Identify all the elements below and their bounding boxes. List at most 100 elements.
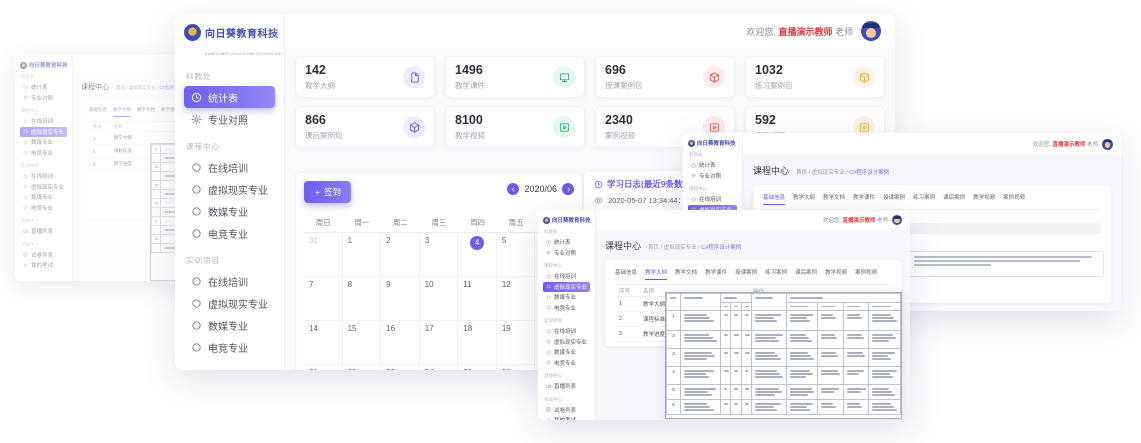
calendar-day-cell[interactable]: 31 xyxy=(304,233,343,277)
sidebar-item[interactable]: 数媒专业 xyxy=(184,314,275,336)
breadcrumb-item[interactable]: 首页 xyxy=(648,245,659,251)
tab-item[interactable]: 练习案例 xyxy=(765,268,787,280)
tab-item[interactable]: 教学文档 xyxy=(137,107,155,117)
tab-item[interactable]: 练习案例 xyxy=(913,193,935,205)
calendar-day-cell[interactable]: 8 xyxy=(343,277,382,321)
calendar-day-cell[interactable]: 24 xyxy=(420,365,459,370)
sidebar-item[interactable]: 统计表 xyxy=(543,237,590,248)
calendar-day-cell[interactable]: 26 xyxy=(497,365,536,370)
prev-month-button[interactable] xyxy=(507,183,519,195)
sidebar-item[interactable]: 数媒专业 xyxy=(543,347,590,358)
sidebar-item[interactable]: 电竞专业 xyxy=(184,336,275,358)
tab-item[interactable]: 教学课件 xyxy=(705,268,727,280)
sidebar-item[interactable]: 直播列表 xyxy=(20,226,67,237)
sidebar-item[interactable]: 在线培训 xyxy=(543,326,590,337)
tab-item[interactable]: 基础信息 xyxy=(89,107,107,117)
sidebar-item[interactable]: 虚拟现实专业 xyxy=(543,282,590,293)
collapse-sidebar-icon[interactable] xyxy=(270,29,279,38)
sidebar-item[interactable]: 在线培训 xyxy=(20,116,67,127)
tab-item[interactable]: 案例视频 xyxy=(855,268,877,280)
stat-card[interactable]: 142教学大纲 xyxy=(295,56,435,98)
stat-card[interactable]: 696授课案例包 xyxy=(595,56,735,98)
sidebar-item[interactable]: 在线培训 xyxy=(20,171,67,182)
tab-active[interactable]: 教学大纲 xyxy=(113,107,131,117)
tab-active[interactable]: 教学大纲 xyxy=(645,268,667,280)
sidebar-item[interactable]: 专业对照 xyxy=(543,248,590,259)
breadcrumb-item[interactable]: C#程序设计案例 xyxy=(849,170,889,176)
sidebar-item[interactable]: 在线培训 xyxy=(184,270,275,292)
sidebar-item[interactable]: 电竞专业 xyxy=(543,303,590,314)
tab-item[interactable]: 教学文档 xyxy=(675,268,697,280)
tab-item[interactable]: 授课案例 xyxy=(735,268,757,280)
sidebar-item[interactable]: 直播列表 xyxy=(543,381,590,392)
sidebar-item[interactable]: 专业对照 xyxy=(20,93,67,104)
sidebar-item[interactable]: 数媒专业 xyxy=(20,137,67,148)
avatar[interactable] xyxy=(1102,139,1113,150)
tab-item[interactable]: 教学文档 xyxy=(823,193,845,205)
avatar[interactable] xyxy=(892,215,902,225)
calendar-day-cell[interactable]: 1 xyxy=(343,233,382,277)
sidebar-item[interactable]: 统计表 xyxy=(20,82,67,93)
calendar-day-cell[interactable]: 22 xyxy=(343,365,382,370)
sidebar-item[interactable]: 电竞专业 xyxy=(184,222,275,244)
calendar-day-cell[interactable]: 10 xyxy=(420,277,459,321)
sidebar-item[interactable]: 试卷列表 xyxy=(20,250,67,261)
breadcrumb-item[interactable]: 虚拟现实专业 xyxy=(812,170,845,176)
tab-active[interactable]: 基础信息 xyxy=(763,193,785,205)
tab-item[interactable]: 基础信息 xyxy=(615,268,637,280)
breadcrumb-item[interactable]: 虚拟现实专业 xyxy=(129,85,156,90)
calendar-day-cell[interactable]: 23 xyxy=(381,365,420,370)
tab-item[interactable]: 教学视频 xyxy=(825,268,847,280)
calendar-day-cell[interactable]: 25 xyxy=(458,365,497,370)
sidebar-item[interactable]: 统计表 xyxy=(688,160,737,171)
sidebar-item[interactable]: 数媒专业 xyxy=(184,200,275,222)
sidebar-item[interactable]: 电竞专业 xyxy=(20,203,67,214)
stat-card[interactable]: 1032练习案例包 xyxy=(745,56,885,98)
calendar-day-cell[interactable]: 5 xyxy=(497,233,536,277)
avatar[interactable] xyxy=(861,21,881,41)
sidebar-item[interactable]: 专业对照 xyxy=(184,108,275,130)
tab-item[interactable]: 授课案例 xyxy=(883,193,905,205)
breadcrumb-item[interactable]: 首页 xyxy=(796,170,807,176)
calendar-day-cell[interactable]: 18 xyxy=(458,321,497,365)
sidebar-item[interactable]: 试卷列表 xyxy=(543,405,590,416)
calendar-day-cell[interactable]: 12 xyxy=(497,277,536,321)
sign-in-button[interactable]: 签到 xyxy=(304,181,351,203)
calendar-day-cell[interactable]: 4 xyxy=(458,233,497,277)
calendar-day-cell[interactable]: 7 xyxy=(304,277,343,321)
sidebar-item[interactable]: 虚拟现实专业 xyxy=(184,178,275,200)
breadcrumb-item[interactable]: C#程序设计案例 xyxy=(701,245,741,251)
stat-card[interactable]: 866课后案例包 xyxy=(295,106,435,148)
sidebar-item[interactable]: 虚拟现实专业 xyxy=(184,292,275,314)
course-description-textarea[interactable] xyxy=(908,251,1104,277)
sidebar-item[interactable]: 数媒专业 xyxy=(543,292,590,303)
sidebar-item[interactable]: 虚拟现实专业 xyxy=(20,127,67,138)
calendar-day-cell[interactable]: 9 xyxy=(381,277,420,321)
calendar-day-cell[interactable]: 11 xyxy=(458,277,497,321)
sidebar-item[interactable]: 在线培训 xyxy=(184,156,275,178)
tab-item[interactable]: 教学课件 xyxy=(853,193,875,205)
calendar-day-cell[interactable]: 16 xyxy=(381,321,420,365)
sidebar-item[interactable]: 专业对照 xyxy=(688,171,737,182)
tab-item[interactable]: 教学大纲 xyxy=(793,193,815,205)
tab-item[interactable]: 课后案例 xyxy=(943,193,965,205)
sidebar-item[interactable]: 数媒专业 xyxy=(20,192,67,203)
sidebar-item[interactable]: 电竞专业 xyxy=(543,358,590,369)
sidebar-item[interactable]: 在线培训 xyxy=(543,271,590,282)
sidebar-item[interactable]: 电竞专业 xyxy=(20,148,67,159)
next-month-button[interactable] xyxy=(562,183,574,195)
breadcrumb-item[interactable]: 虚拟现实专业 xyxy=(664,245,697,251)
tab-item[interactable]: 案例视频 xyxy=(1003,193,1025,205)
calendar-day-cell[interactable]: 15 xyxy=(343,321,382,365)
sidebar-item[interactable]: 统计表 xyxy=(184,86,275,108)
breadcrumb-item[interactable]: 首页 xyxy=(116,85,125,90)
calendar-day-cell[interactable]: 19 xyxy=(497,321,536,365)
sidebar-item[interactable]: 虚拟现实专业 xyxy=(543,337,590,348)
calendar-day-cell[interactable]: 14 xyxy=(304,321,343,365)
calendar-day-cell[interactable]: 21 xyxy=(304,365,343,370)
calendar-day-cell[interactable]: 3 xyxy=(420,233,459,277)
stat-card[interactable]: 1496教学课件 xyxy=(445,56,585,98)
calendar-day-cell[interactable]: 17 xyxy=(420,321,459,365)
calendar-day-cell[interactable]: 2 xyxy=(381,233,420,277)
tab-item[interactable]: 课后案例 xyxy=(795,268,817,280)
